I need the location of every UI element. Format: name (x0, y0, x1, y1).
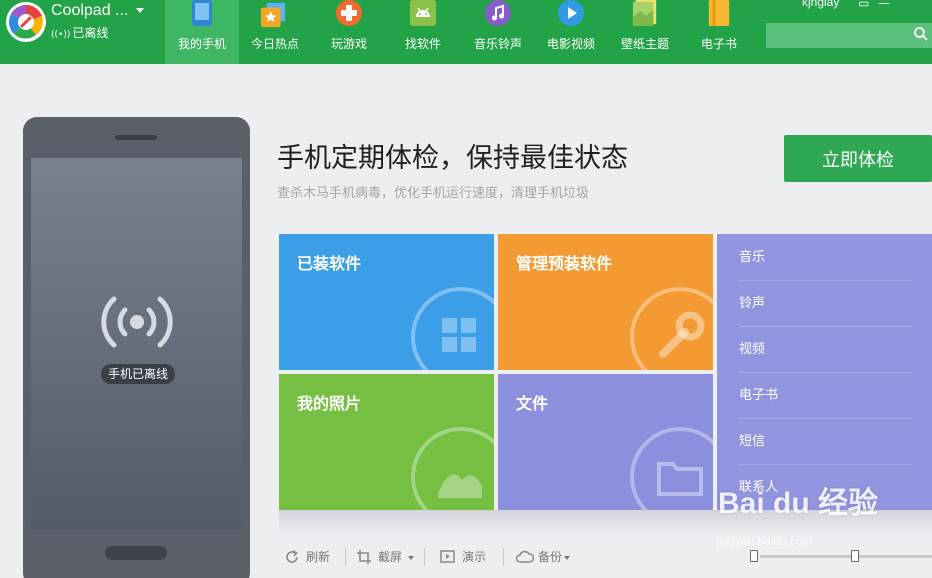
baidu-watermark: Bai du 经验 (718, 487, 879, 520)
apps-grid-icon (411, 287, 494, 370)
hot-news-icon (261, 2, 286, 28)
nav-label: 电子书 (700, 37, 737, 51)
gamepad-icon (336, 0, 362, 26)
nav-music-ringtones[interactable]: 音乐铃声 (463, 0, 533, 64)
nav-my-phone[interactable]: 我的手机 (165, 0, 239, 64)
wrench-icon (630, 287, 713, 370)
media-item-sms[interactable]: 短信 (739, 419, 912, 465)
android-icon (410, 0, 436, 26)
ebook-icon (708, 0, 730, 26)
preinstalled-apps-tile[interactable]: 管理预装软件 (498, 234, 713, 370)
tile-label: 已装软件 (297, 254, 362, 273)
page-subtitle: 查杀木马手机病毒，优化手机运行速度，清理手机垃圾 (277, 186, 590, 201)
files-tile[interactable]: 文件 (498, 374, 713, 510)
check-now-button[interactable]: 立即体检 (784, 135, 932, 182)
chevron-down-icon[interactable] (408, 556, 414, 560)
nav-movies-videos[interactable]: 电影视频 (536, 0, 606, 64)
device-status: ((•)) 已离线 (51, 24, 108, 41)
phone-storage-icon (750, 550, 758, 562)
my-photos-tile[interactable]: 我的照片 (279, 374, 494, 510)
screenshot-label: 截屏 (378, 550, 403, 564)
search-icon[interactable] (914, 27, 928, 41)
tile-label: 我的照片 (297, 394, 362, 413)
nav-label: 今日热点 (250, 37, 299, 51)
search-input[interactable] (766, 23, 932, 48)
device-name[interactable]: Coolpad ... (51, 2, 128, 20)
nav-label: 壁纸主题 (620, 37, 669, 51)
play-icon (558, 0, 584, 26)
tile-label: 管理预装软件 (516, 254, 613, 273)
media-item-music[interactable]: 音乐 (739, 235, 912, 281)
nav-label: 找软件 (404, 37, 441, 51)
phone-home-button (105, 546, 167, 560)
toolbar-divider (424, 548, 425, 566)
media-item-videos[interactable]: 视频 (739, 327, 912, 373)
sd-card-icon (851, 550, 859, 562)
restore-window-button[interactable]: ▭ (858, 0, 869, 10)
refresh-icon (286, 550, 298, 563)
chevron-down-icon[interactable] (564, 556, 570, 560)
watermark-url: jingyan.baidu.com (716, 534, 813, 548)
media-panel: 音乐 铃声 视频 电子书 短信 联系人 (717, 234, 932, 510)
media-item-ebooks[interactable]: 电子书 (739, 373, 912, 419)
page-title: 手机定期体检，保持最佳状态 (277, 143, 628, 174)
screenshot-button[interactable]: 截屏 (356, 548, 408, 566)
nav-label: 音乐铃声 (473, 37, 522, 51)
present-button[interactable]: 演示 (440, 548, 490, 566)
crop-icon (357, 550, 371, 564)
app-logo-icon[interactable] (6, 2, 46, 42)
tile-label: 文件 (516, 394, 549, 413)
device-status-label: 已离线 (72, 26, 109, 40)
nav-label: 电影视频 (546, 37, 595, 51)
cloud-icon (516, 550, 534, 563)
phone-icon (192, 0, 212, 26)
nav-wallpapers[interactable]: 壁纸主题 (610, 0, 680, 64)
folder-icon (630, 427, 713, 510)
media-item-ringtones[interactable]: 铃声 (739, 281, 912, 327)
offline-signal-icon (101, 296, 173, 348)
refresh-button[interactable]: 刷新 (284, 548, 334, 566)
installed-apps-tile[interactable]: 已装软件 (279, 234, 494, 370)
backup-label: 备份 (538, 550, 563, 564)
photo-icon (411, 427, 494, 510)
nav-label: 玩游戏 (330, 37, 367, 51)
refresh-label: 刷新 (306, 550, 331, 564)
music-icon (485, 0, 511, 26)
storage-bar (760, 555, 932, 558)
toolbar-divider (345, 548, 346, 566)
wallpaper-icon (632, 0, 657, 26)
present-label: 演示 (462, 550, 487, 564)
nav-hot-news[interactable]: 今日热点 (241, 0, 309, 64)
minimize-window-button[interactable]: — (878, 0, 890, 10)
present-icon (440, 550, 455, 563)
signal-dot-icon: ((•)) (51, 30, 71, 40)
phone-offline-badge: 手机已离线 (101, 364, 176, 384)
chevron-down-icon[interactable] (136, 8, 144, 13)
username-label[interactable]: kjngiay (802, 0, 839, 9)
phone-speaker (115, 135, 157, 140)
nav-find-apps[interactable]: 找软件 (389, 0, 457, 64)
toolbar-divider (503, 548, 504, 566)
nav-label: 我的手机 (177, 37, 226, 51)
nav-games[interactable]: 玩游戏 (313, 0, 385, 64)
nav-ebooks[interactable]: 电子书 (690, 0, 748, 64)
backup-button[interactable]: 备份 (516, 548, 564, 566)
